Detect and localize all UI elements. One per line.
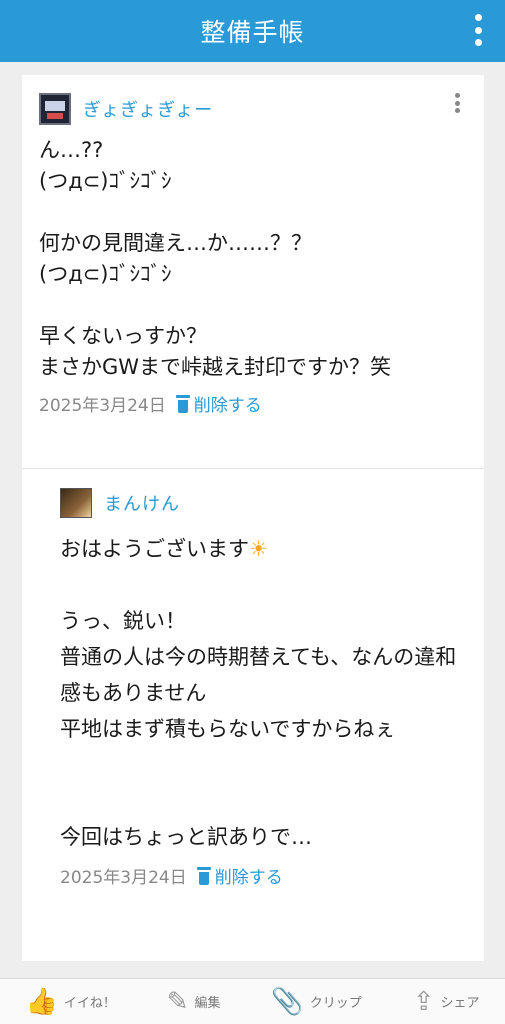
reply-username[interactable]: まんけん [104, 490, 180, 516]
avatar[interactable] [39, 93, 71, 125]
divider [22, 468, 484, 469]
trash-icon[interactable] [196, 866, 211, 885]
post-menu-icon[interactable] [454, 93, 460, 113]
overflow-menu-icon[interactable] [473, 14, 483, 46]
reply-post: まんけん おはようございます☀ うっ、鋭い！ 普通の人は今の時期替えても、なんの… [60, 487, 470, 888]
post-body: ん…?? (つд⊂)ｺﾞｼｺﾞｼ 何かの見間違え…か……？？ (つд⊂)ｺﾞｼｺ… [39, 138, 392, 379]
reply-body-text: うっ、鋭い！ 普通の人は今の時期替えても、なんの違和感もありません 平地はまず積… [60, 609, 457, 849]
reply-date: 2025年3月24日 [60, 868, 187, 888]
comment-card: ぎょぎょぎょー ん…?? (つд⊂)ｺﾞｼｺﾞｼ 何かの見間違え…か……？？ (… [22, 75, 484, 961]
share-icon: ⇪ [412, 986, 435, 1017]
edit-label: 編集 [194, 996, 221, 1011]
delete-button[interactable]: 削除する [194, 391, 262, 416]
bottom-action-bar: 👍 イイね！ ✎ 編集 📎 クリップ ⇪ シェア [0, 978, 505, 1024]
reply-meta: 2025年3月24日 削除する [60, 863, 470, 888]
reply-body: おはようございます☀ [60, 531, 470, 567]
pen-icon: ✎ [166, 986, 189, 1017]
like-button[interactable]: 👍 イイね！ [25, 989, 115, 1015]
reply-delete-button[interactable]: 削除する [215, 863, 283, 888]
comment-post: ぎょぎょぎょー ん…?? (つд⊂)ｺﾞｼｺﾞｼ 何かの見間違え…か……？？ (… [22, 75, 484, 416]
reply-avatar[interactable] [60, 488, 92, 518]
reply-greeting: おはようございます [60, 537, 249, 561]
post-header: ぎょぎょぎょー [39, 93, 466, 125]
page-title: 整備手帳 [200, 18, 305, 47]
post-meta: 2025年3月24日 削除する [39, 391, 466, 416]
edit-button[interactable]: ✎ 編集 [167, 989, 221, 1015]
thumbs-up-icon: 👍 [25, 986, 58, 1017]
clip-button[interactable]: 📎 クリップ [271, 989, 361, 1015]
post-username[interactable]: ぎょぎょぎょー [83, 96, 213, 122]
post-date: 2025年3月24日 [39, 396, 166, 416]
reply-header: まんけん [60, 487, 470, 519]
clip-label: クリップ [309, 996, 362, 1011]
app-bar: 整備手帳 [0, 0, 505, 62]
share-label: シェア [440, 996, 480, 1011]
sun-icon: ☀ [249, 537, 268, 561]
trash-icon[interactable] [175, 394, 190, 413]
paperclip-icon: 📎 [271, 986, 304, 1017]
share-button[interactable]: ⇪ シェア [413, 989, 480, 1015]
like-label: イイね！ [63, 996, 116, 1011]
